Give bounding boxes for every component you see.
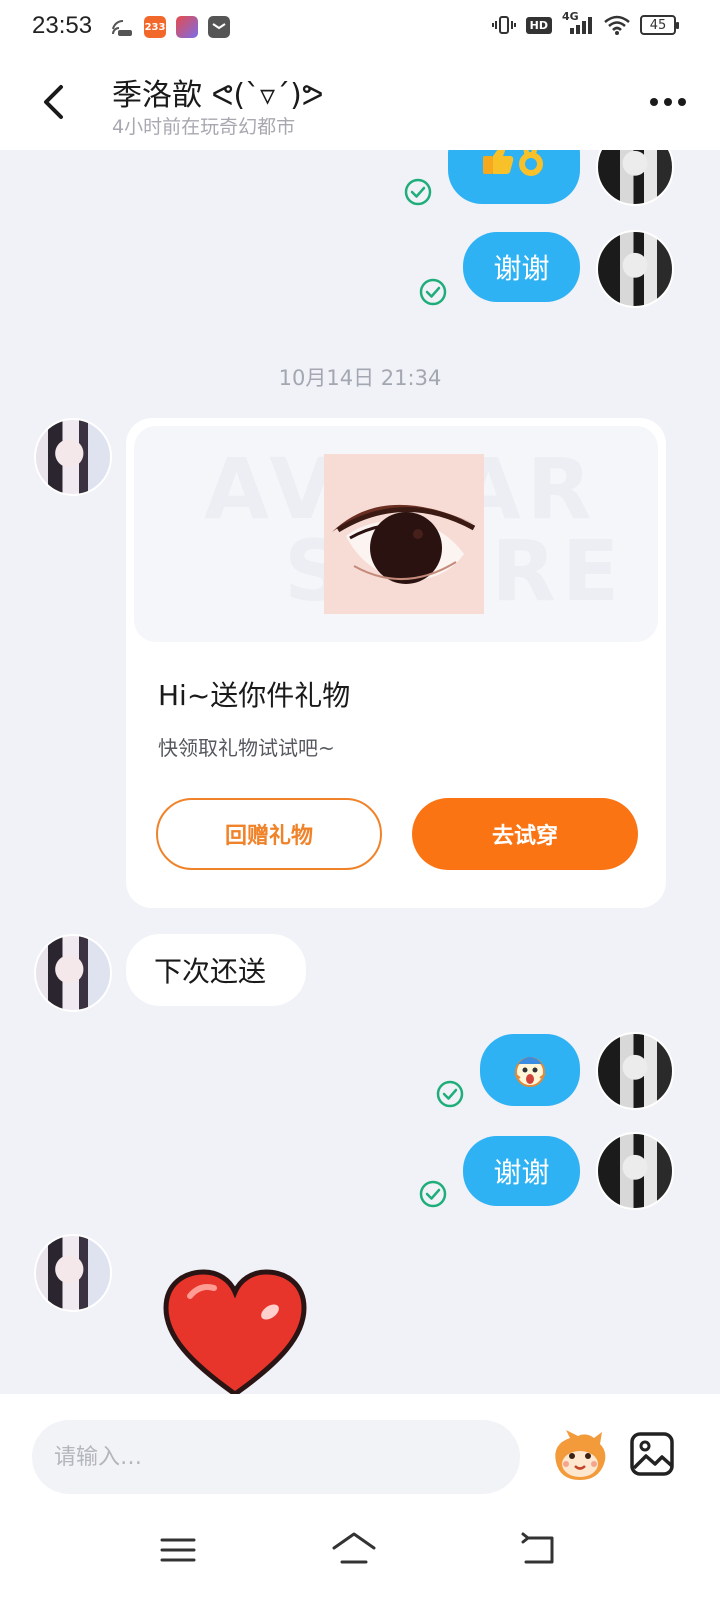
battery-icon: 45 (640, 15, 679, 35)
game-app-icon (176, 16, 198, 38)
message-input-bar (0, 1394, 720, 1502)
status-bar: 23:53 233 HD 4G 45 (0, 0, 720, 56)
message-timestamp: 10月14日 21:34 (278, 366, 442, 390)
outgoing-message[interactable]: 谢谢 (463, 1136, 580, 1206)
more-dot-icon (678, 98, 686, 106)
system-navigation-bar (0, 1502, 720, 1600)
back-arrow-icon (44, 85, 63, 119)
message-text: 谢谢 (493, 252, 550, 285)
chat-header: 季洛歆 ᕙ(`▿´)ᕗ 4小时前在玩奇幻都市 (0, 56, 720, 150)
gift-item-image[interactable] (324, 454, 484, 614)
my-avatar[interactable] (596, 150, 674, 206)
home-nav-icon[interactable] (330, 1526, 378, 1574)
cast-icon (112, 19, 132, 36)
return-gift-button[interactable]: 回赠礼物 (156, 798, 382, 870)
eye-makeup-icon (332, 504, 476, 584)
outgoing-message-emoji[interactable] (480, 1034, 580, 1106)
my-avatar[interactable] (596, 230, 674, 308)
read-check-icon (436, 1080, 464, 1108)
contact-avatar[interactable] (34, 1234, 112, 1312)
more-dot-icon (650, 98, 658, 106)
gift-card-title: Hi~送你件礼物 (158, 679, 351, 712)
message-text: 谢谢 (493, 1156, 550, 1189)
gift-card[interactable]: AVATAR STORE Hi~送你件礼物 快领取礼物试试吧~ 回赠礼物 去试穿 (126, 418, 666, 908)
back-nav-icon[interactable] (514, 1526, 562, 1574)
signal-icon: 4G (562, 10, 594, 36)
contact-name[interactable]: 季洛歆 ᕙ(`▿´)ᕗ (112, 70, 324, 114)
incoming-message[interactable]: 下次还送 (126, 934, 306, 1006)
battery-level: 45 (649, 17, 667, 33)
outgoing-message-emoji[interactable] (448, 150, 580, 204)
emoji-button-icon[interactable] (550, 1426, 610, 1486)
message-app-icon (208, 16, 230, 38)
hd-icon: HD (525, 16, 552, 34)
contact-status: 4小时前在玩奇幻都市 (112, 116, 296, 138)
vibrate-icon (491, 16, 516, 34)
heart-sticker-icon[interactable] (160, 1266, 310, 1394)
image-picker-icon[interactable] (628, 1430, 676, 1478)
my-avatar[interactable] (596, 1132, 674, 1210)
more-options-button[interactable] (640, 80, 696, 124)
try-on-button[interactable]: 去试穿 (412, 798, 638, 870)
status-notification-icons: 233 (110, 16, 230, 38)
chat-message-list[interactable]: 谢谢 10月14日 21:34 AVATAR STORE (0, 150, 720, 1394)
status-system-icons: HD 4G 45 (491, 10, 679, 36)
message-input[interactable] (32, 1420, 520, 1494)
message-text: 下次还送 (154, 955, 267, 988)
my-avatar[interactable] (596, 1032, 674, 1110)
wifi-icon (604, 15, 630, 35)
back-button[interactable] (24, 72, 84, 132)
read-check-icon (419, 278, 447, 306)
contact-avatar[interactable] (34, 934, 112, 1012)
read-check-icon (404, 178, 432, 206)
more-dot-icon (664, 98, 672, 106)
app-233-icon: 233 (144, 16, 166, 38)
thumbs-up-ok-emoji-icon (483, 150, 543, 176)
shocked-face-emoji-icon (514, 1057, 546, 1087)
read-check-icon (419, 1180, 447, 1208)
gift-image-area: AVATAR STORE (134, 426, 658, 642)
contact-avatar[interactable] (34, 418, 112, 496)
status-time: 23:53 (32, 12, 93, 39)
outgoing-message[interactable]: 谢谢 (463, 232, 580, 302)
gift-card-description: 快领取礼物试试吧~ (158, 736, 335, 760)
menu-nav-icon[interactable] (154, 1526, 202, 1574)
